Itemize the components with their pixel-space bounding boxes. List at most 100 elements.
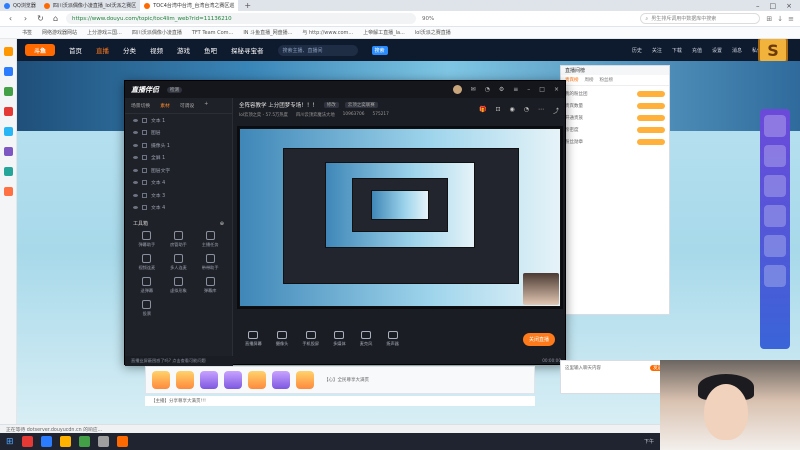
maximize-icon[interactable]: □ bbox=[539, 86, 545, 93]
nav-live[interactable]: 直播 bbox=[96, 45, 109, 55]
taskbar-app-icon[interactable] bbox=[97, 436, 109, 447]
taskbar-app-icon[interactable] bbox=[21, 436, 33, 447]
tab-scene-switch[interactable]: 场景切换 bbox=[131, 102, 150, 109]
sidebar-app-icon[interactable] bbox=[3, 127, 13, 136]
tool-avatar[interactable]: 虚拟形象 bbox=[163, 277, 195, 294]
source-speaker[interactable]: 扬声器 bbox=[386, 331, 399, 347]
maximize-icon[interactable]: □ bbox=[770, 2, 777, 10]
stream-preview[interactable] bbox=[237, 126, 563, 309]
browser-tab-active[interactable]: TOC4台湾中台湾_台湾台湾之赛区巡 bbox=[140, 0, 239, 11]
douyu-logo[interactable]: 斗鱼 bbox=[25, 44, 55, 56]
stop-live-button[interactable]: 关闭直播 bbox=[522, 332, 555, 346]
taskbar-app-icon[interactable] bbox=[59, 436, 71, 447]
gift-item[interactable] bbox=[296, 371, 314, 389]
gift-item[interactable] bbox=[224, 371, 242, 389]
edit-title-button[interactable]: 修改 bbox=[323, 102, 339, 108]
scene-item[interactable]: 文本 1 bbox=[125, 114, 232, 127]
scene-item[interactable]: 全屏 1 bbox=[125, 152, 232, 165]
home-icon[interactable]: ⌂ bbox=[51, 14, 60, 23]
bookmark[interactable]: lol沃派之赛直播 bbox=[415, 29, 451, 36]
chat-tab-week[interactable]: 周榜 bbox=[585, 77, 594, 83]
nav-video[interactable]: 视频 bbox=[150, 45, 163, 55]
chat-pill[interactable] bbox=[637, 138, 665, 145]
gift-item[interactable] bbox=[272, 371, 290, 389]
nav-treasure[interactable]: 探秘寻宝者 bbox=[231, 45, 264, 55]
eye-icon[interactable] bbox=[133, 181, 138, 185]
minimize-icon[interactable]: – bbox=[527, 86, 530, 93]
source-media[interactable]: 多媒体 bbox=[333, 331, 346, 347]
source-camera[interactable]: 摄像头 bbox=[276, 331, 288, 347]
bookmark[interactable]: 网络游戏器网站 bbox=[42, 29, 77, 36]
gift-item[interactable] bbox=[152, 371, 170, 389]
browser-tab[interactable]: QQ浏览器 bbox=[0, 0, 40, 11]
bookmark[interactable]: 书签 bbox=[22, 29, 32, 36]
activity-item[interactable] bbox=[764, 205, 786, 227]
tool-vote[interactable]: 投票 bbox=[131, 300, 163, 317]
activity-item[interactable] bbox=[764, 265, 786, 287]
eye-icon[interactable] bbox=[133, 168, 138, 172]
sidebar-app-icon[interactable] bbox=[3, 67, 13, 76]
record-icon[interactable]: ◉ bbox=[509, 106, 514, 115]
chat-tab-fans[interactable]: 粉丝榜 bbox=[600, 77, 614, 83]
sidebar-app-icon[interactable] bbox=[3, 107, 13, 116]
eye-icon[interactable] bbox=[133, 156, 138, 160]
recharge-link[interactable]: 充值 bbox=[692, 47, 702, 54]
site-search-button[interactable]: 搜索 bbox=[371, 45, 388, 55]
settings-icon[interactable]: ⚙ bbox=[499, 86, 504, 93]
system-tray[interactable]: 下午 bbox=[644, 438, 654, 445]
nav-home[interactable]: 首页 bbox=[69, 45, 82, 55]
download-link[interactable]: 下载 bbox=[672, 47, 682, 54]
download-icon[interactable]: ↓ bbox=[777, 15, 783, 23]
tool-danmu-helper[interactable]: 弹幕助手 bbox=[131, 231, 163, 248]
chat-pill[interactable] bbox=[637, 114, 665, 121]
eye-icon[interactable] bbox=[133, 193, 138, 197]
sidebar-app-icon[interactable] bbox=[3, 187, 13, 196]
bookmark[interactable]: IN 斗鱼直播_网盘播... bbox=[243, 29, 292, 36]
chat-pill[interactable] bbox=[637, 102, 665, 109]
chat-tab-vip[interactable]: 贵宾榜 bbox=[565, 77, 579, 83]
toolbox-settings-icon[interactable]: ⊕ bbox=[220, 221, 224, 227]
windows-start-icon[interactable]: ⊞ bbox=[6, 437, 14, 447]
bell-icon[interactable]: ◔ bbox=[524, 106, 529, 115]
sidebar-app-icon[interactable] bbox=[3, 47, 13, 56]
history-link[interactable]: 历史 bbox=[632, 47, 642, 54]
sidebar-app-icon[interactable] bbox=[3, 147, 13, 156]
help-footer[interactable]: 直播业屏蔽困惑了吗? 点击查看可能问题 bbox=[125, 356, 233, 366]
minimize-icon[interactable]: – bbox=[756, 2, 760, 10]
taskbar-app-icon[interactable] bbox=[40, 436, 52, 447]
source-phone[interactable]: 手机投屏 bbox=[302, 331, 319, 347]
gift-icon[interactable]: ✉ bbox=[471, 86, 476, 93]
room-category-tag[interactable]: 云顶之奕联赛 bbox=[344, 102, 378, 108]
browser-search-input[interactable]: ⌕ 男生排斥调用中数据库中搜索 bbox=[640, 13, 761, 24]
tool-video-link[interactable]: 视频连麦 bbox=[131, 254, 163, 271]
scene-item[interactable]: 文本 3 bbox=[125, 189, 232, 202]
scene-item[interactable]: 摄像头 1 bbox=[125, 139, 232, 152]
chat-input[interactable]: 这里输入聊天内容 发送 bbox=[560, 360, 670, 394]
tool-room-admin[interactable]: 房管助手 bbox=[163, 231, 195, 248]
sidebar-app-icon[interactable] bbox=[3, 167, 13, 176]
add-scene-button[interactable]: + bbox=[204, 102, 208, 109]
more-icon[interactable]: ⋯ bbox=[538, 106, 544, 115]
gift-icon[interactable]: 🎁 bbox=[479, 106, 486, 115]
tool-carry-helper[interactable]: 带带助手 bbox=[194, 254, 226, 271]
tab-adjust[interactable]: 可调设 bbox=[180, 102, 194, 109]
message-link[interactable]: 消息 bbox=[732, 47, 742, 54]
forward-icon[interactable]: › bbox=[21, 14, 30, 23]
scene-item[interactable]: 文本 4 bbox=[125, 202, 232, 215]
tool-send-danmu[interactable]: 送弹幕 bbox=[131, 277, 163, 294]
source-screen[interactable]: 直播屏幕 bbox=[245, 331, 262, 347]
tool-host-task[interactable]: 主播任务 bbox=[194, 231, 226, 248]
bookmark[interactable]: TFT Team Com... bbox=[192, 30, 233, 36]
new-tab-button[interactable]: + bbox=[238, 1, 257, 10]
nav-yuba[interactable]: 鱼吧 bbox=[204, 45, 217, 55]
follow-link[interactable]: 关注 bbox=[652, 47, 662, 54]
scene-item[interactable]: 图层 bbox=[125, 127, 232, 140]
chat-pill[interactable] bbox=[637, 90, 665, 97]
gift-item[interactable] bbox=[248, 371, 266, 389]
browser-tab[interactable]: 四川沃派偶像小凌直播_lol沃派之赛区 bbox=[40, 0, 140, 11]
reload-icon[interactable]: ↻ bbox=[36, 14, 45, 23]
bookmark[interactable]: 上帝解工直播_la... bbox=[363, 29, 405, 36]
avatar[interactable] bbox=[452, 85, 462, 94]
app-version-badge[interactable]: 检测 bbox=[167, 86, 182, 93]
close-icon[interactable]: × bbox=[554, 86, 559, 93]
